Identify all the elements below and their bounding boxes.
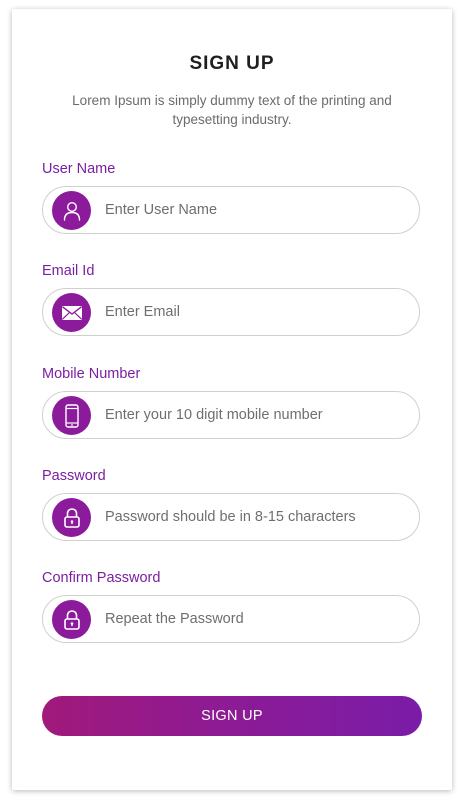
signup-card: SIGN UP Lorem Ipsum is simply dummy text… bbox=[12, 9, 452, 790]
envelope-icon bbox=[52, 293, 91, 332]
lock-icon bbox=[52, 600, 91, 639]
user-icon bbox=[52, 191, 91, 230]
password-label: Password bbox=[42, 468, 106, 484]
email-label: Email Id bbox=[42, 263, 95, 279]
mobile-input[interactable] bbox=[105, 392, 405, 438]
mobile-field-wrapper bbox=[42, 391, 420, 439]
confirm-password-input[interactable] bbox=[105, 596, 405, 642]
username-input[interactable] bbox=[105, 187, 405, 233]
phone-icon bbox=[52, 396, 91, 435]
password-input[interactable] bbox=[105, 494, 405, 540]
password-field-wrapper bbox=[42, 493, 420, 541]
confirm-password-label: Confirm Password bbox=[42, 570, 161, 586]
signup-button[interactable]: SIGN UP bbox=[42, 696, 422, 736]
lock-icon bbox=[52, 498, 91, 537]
username-field-wrapper bbox=[42, 186, 420, 234]
email-input[interactable] bbox=[105, 289, 405, 335]
mobile-label: Mobile Number bbox=[42, 366, 141, 382]
confirm-password-field-wrapper bbox=[42, 595, 420, 643]
page-subtitle: Lorem Ipsum is simply dummy text of the … bbox=[72, 93, 392, 127]
username-label: User Name bbox=[42, 161, 116, 177]
email-field-wrapper bbox=[42, 288, 420, 336]
page-title: SIGN UP bbox=[189, 53, 275, 74]
